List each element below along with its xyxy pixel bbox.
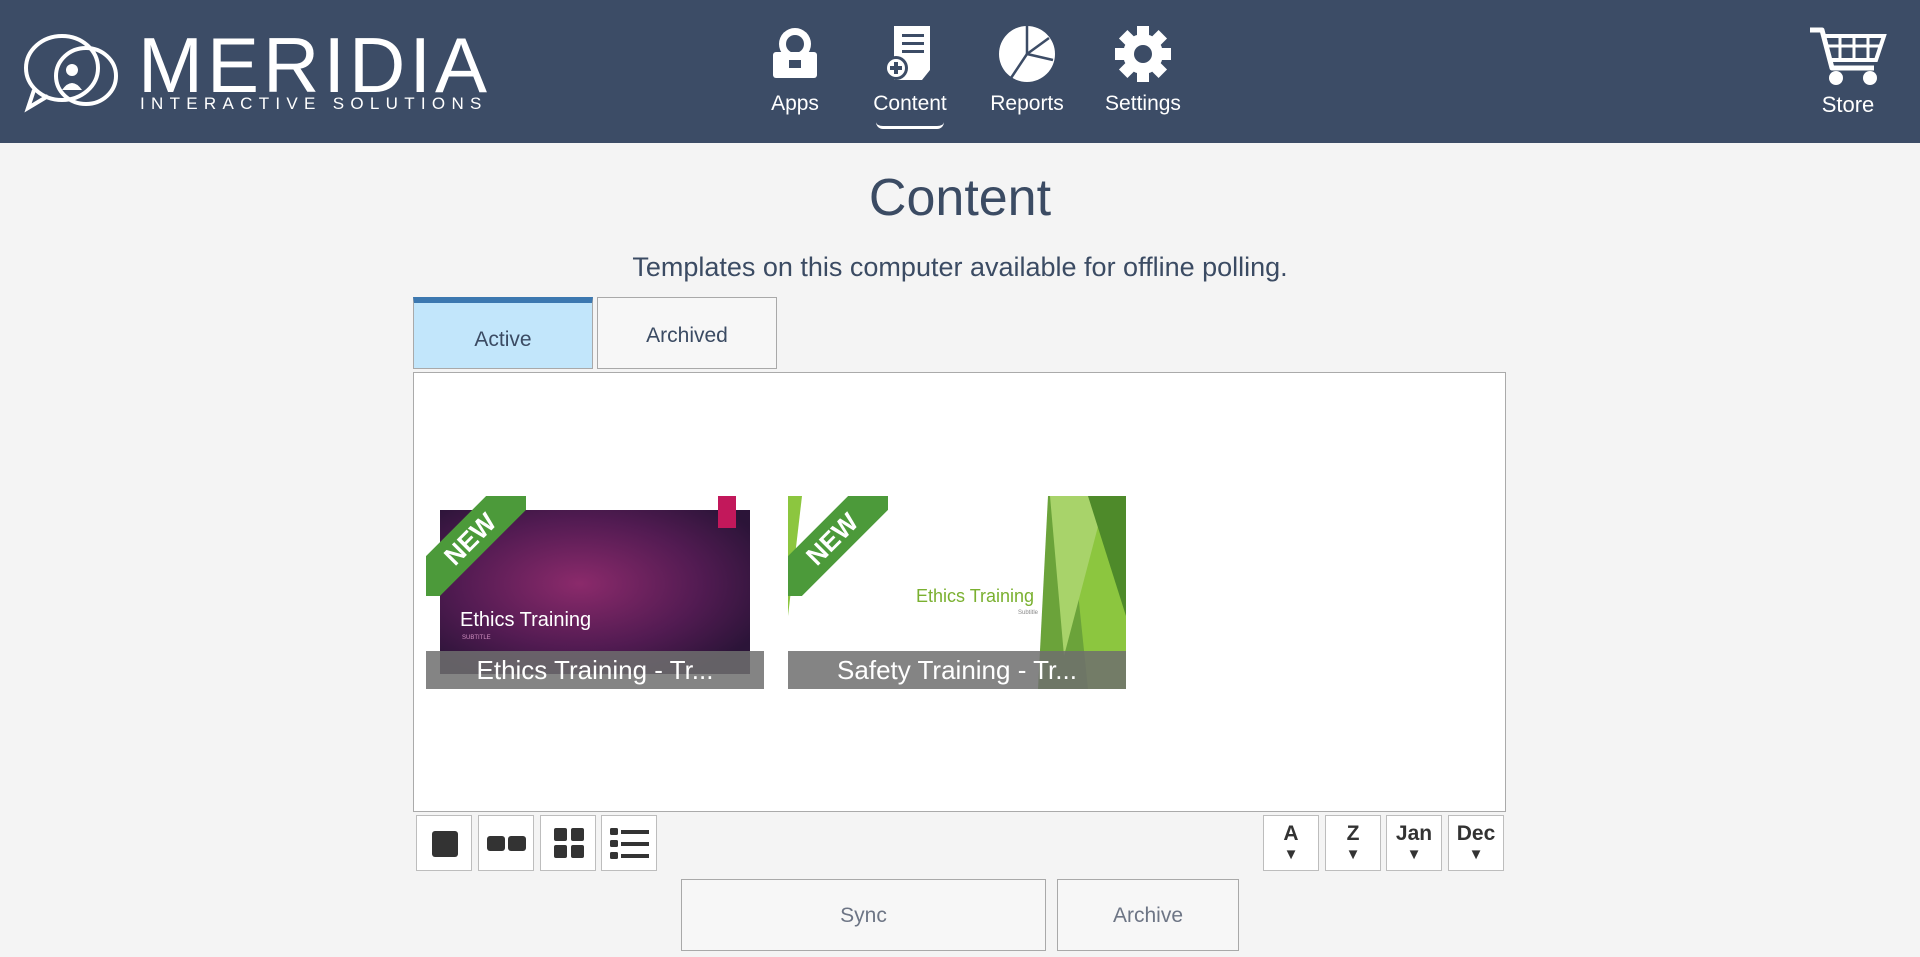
thumb-title: Ethics Training bbox=[916, 586, 1034, 606]
meridia-logo[interactable]: MERIDIA INTERACTIVE SOLUTIONS bbox=[22, 24, 492, 114]
nav-apps[interactable]: Apps bbox=[740, 20, 850, 130]
nav-settings[interactable]: Settings bbox=[1088, 20, 1198, 130]
template-card[interactable]: Ethics Training SUBTITLE NEW Ethics Trai… bbox=[426, 496, 764, 689]
store-button[interactable]: Store bbox=[1798, 24, 1898, 118]
active-nav-indicator bbox=[876, 122, 944, 129]
chevron-down-icon: ▼ bbox=[1406, 846, 1422, 863]
apps-icon bbox=[773, 28, 817, 78]
sort-dec-button[interactable]: Dec ▼ bbox=[1448, 815, 1504, 871]
sort-a-label: A bbox=[1283, 822, 1299, 845]
settings-icon bbox=[1115, 26, 1171, 82]
nav-content[interactable]: Content bbox=[855, 20, 965, 130]
sort-z-label: Z bbox=[1346, 822, 1360, 845]
tab-archived-label: Archived bbox=[646, 324, 728, 347]
sort-z-button[interactable]: Z ▼ bbox=[1325, 815, 1381, 871]
new-badge-label: NEW bbox=[426, 496, 526, 596]
brand-name: MERIDIA bbox=[138, 21, 492, 109]
tab-active[interactable]: Active bbox=[413, 297, 593, 369]
view-single-button[interactable] bbox=[416, 815, 472, 871]
thumb-subtitle: Subtitle bbox=[1018, 610, 1039, 616]
nav-apps-label: Apps bbox=[771, 92, 819, 115]
new-badge: NEW bbox=[788, 496, 888, 596]
nav-reports-label: Reports bbox=[990, 92, 1064, 115]
new-badge: NEW bbox=[426, 496, 526, 596]
nav-settings-label: Settings bbox=[1105, 92, 1181, 115]
nav-content-label: Content bbox=[873, 92, 947, 115]
shopping-cart-icon bbox=[1810, 27, 1887, 85]
store-label: Store bbox=[1821, 92, 1875, 117]
sort-jan-button[interactable]: Jan ▼ bbox=[1386, 815, 1442, 871]
chevron-down-icon: ▼ bbox=[1345, 846, 1361, 863]
top-navigation-bar: MERIDIA INTERACTIVE SOLUTIONS Apps Conte… bbox=[0, 0, 1920, 143]
archive-button[interactable]: Archive bbox=[1057, 879, 1239, 951]
view-double-button[interactable] bbox=[478, 815, 534, 871]
thumb-title: Ethics Training bbox=[460, 609, 591, 631]
view-grid-button[interactable] bbox=[540, 815, 596, 871]
sync-button-label: Sync bbox=[840, 904, 887, 927]
reports-icon bbox=[999, 26, 1055, 82]
template-card[interactable]: Ethics Training Subtitle NEW Safety Trai… bbox=[788, 496, 1126, 689]
view-list-button[interactable] bbox=[601, 815, 657, 871]
tab-active-label: Active bbox=[474, 328, 532, 351]
sort-jan-label: Jan bbox=[1395, 822, 1433, 845]
chevron-down-icon: ▼ bbox=[1468, 846, 1484, 863]
thumb-subtitle: SUBTITLE bbox=[462, 635, 491, 641]
single-view-icon bbox=[432, 831, 458, 857]
double-view-icon bbox=[487, 836, 526, 851]
tab-archived[interactable]: Archived bbox=[597, 297, 777, 369]
template-card-caption: Ethics Training - Tr... bbox=[426, 651, 764, 689]
nav-reports[interactable]: Reports bbox=[972, 20, 1082, 130]
templates-panel: Ethics Training SUBTITLE NEW Ethics Trai… bbox=[413, 372, 1506, 812]
sync-button[interactable]: Sync bbox=[681, 879, 1046, 951]
new-badge-label: NEW bbox=[788, 496, 888, 596]
logo-mark-icon bbox=[24, 34, 118, 113]
sort-a-button[interactable]: A ▼ bbox=[1263, 815, 1319, 871]
archive-button-label: Archive bbox=[1112, 904, 1184, 927]
list-view-icon bbox=[610, 828, 649, 859]
brand-tagline: INTERACTIVE SOLUTIONS bbox=[140, 94, 488, 113]
template-card-caption: Safety Training - Tr... bbox=[788, 651, 1126, 689]
grid-view-icon bbox=[554, 828, 584, 858]
chevron-down-icon: ▼ bbox=[1283, 846, 1299, 863]
content-icon bbox=[884, 26, 930, 80]
sort-dec-label: Dec bbox=[1456, 822, 1496, 845]
page-subtitle: Templates on this computer available for… bbox=[632, 252, 1288, 282]
page-title: Content bbox=[868, 169, 1052, 227]
